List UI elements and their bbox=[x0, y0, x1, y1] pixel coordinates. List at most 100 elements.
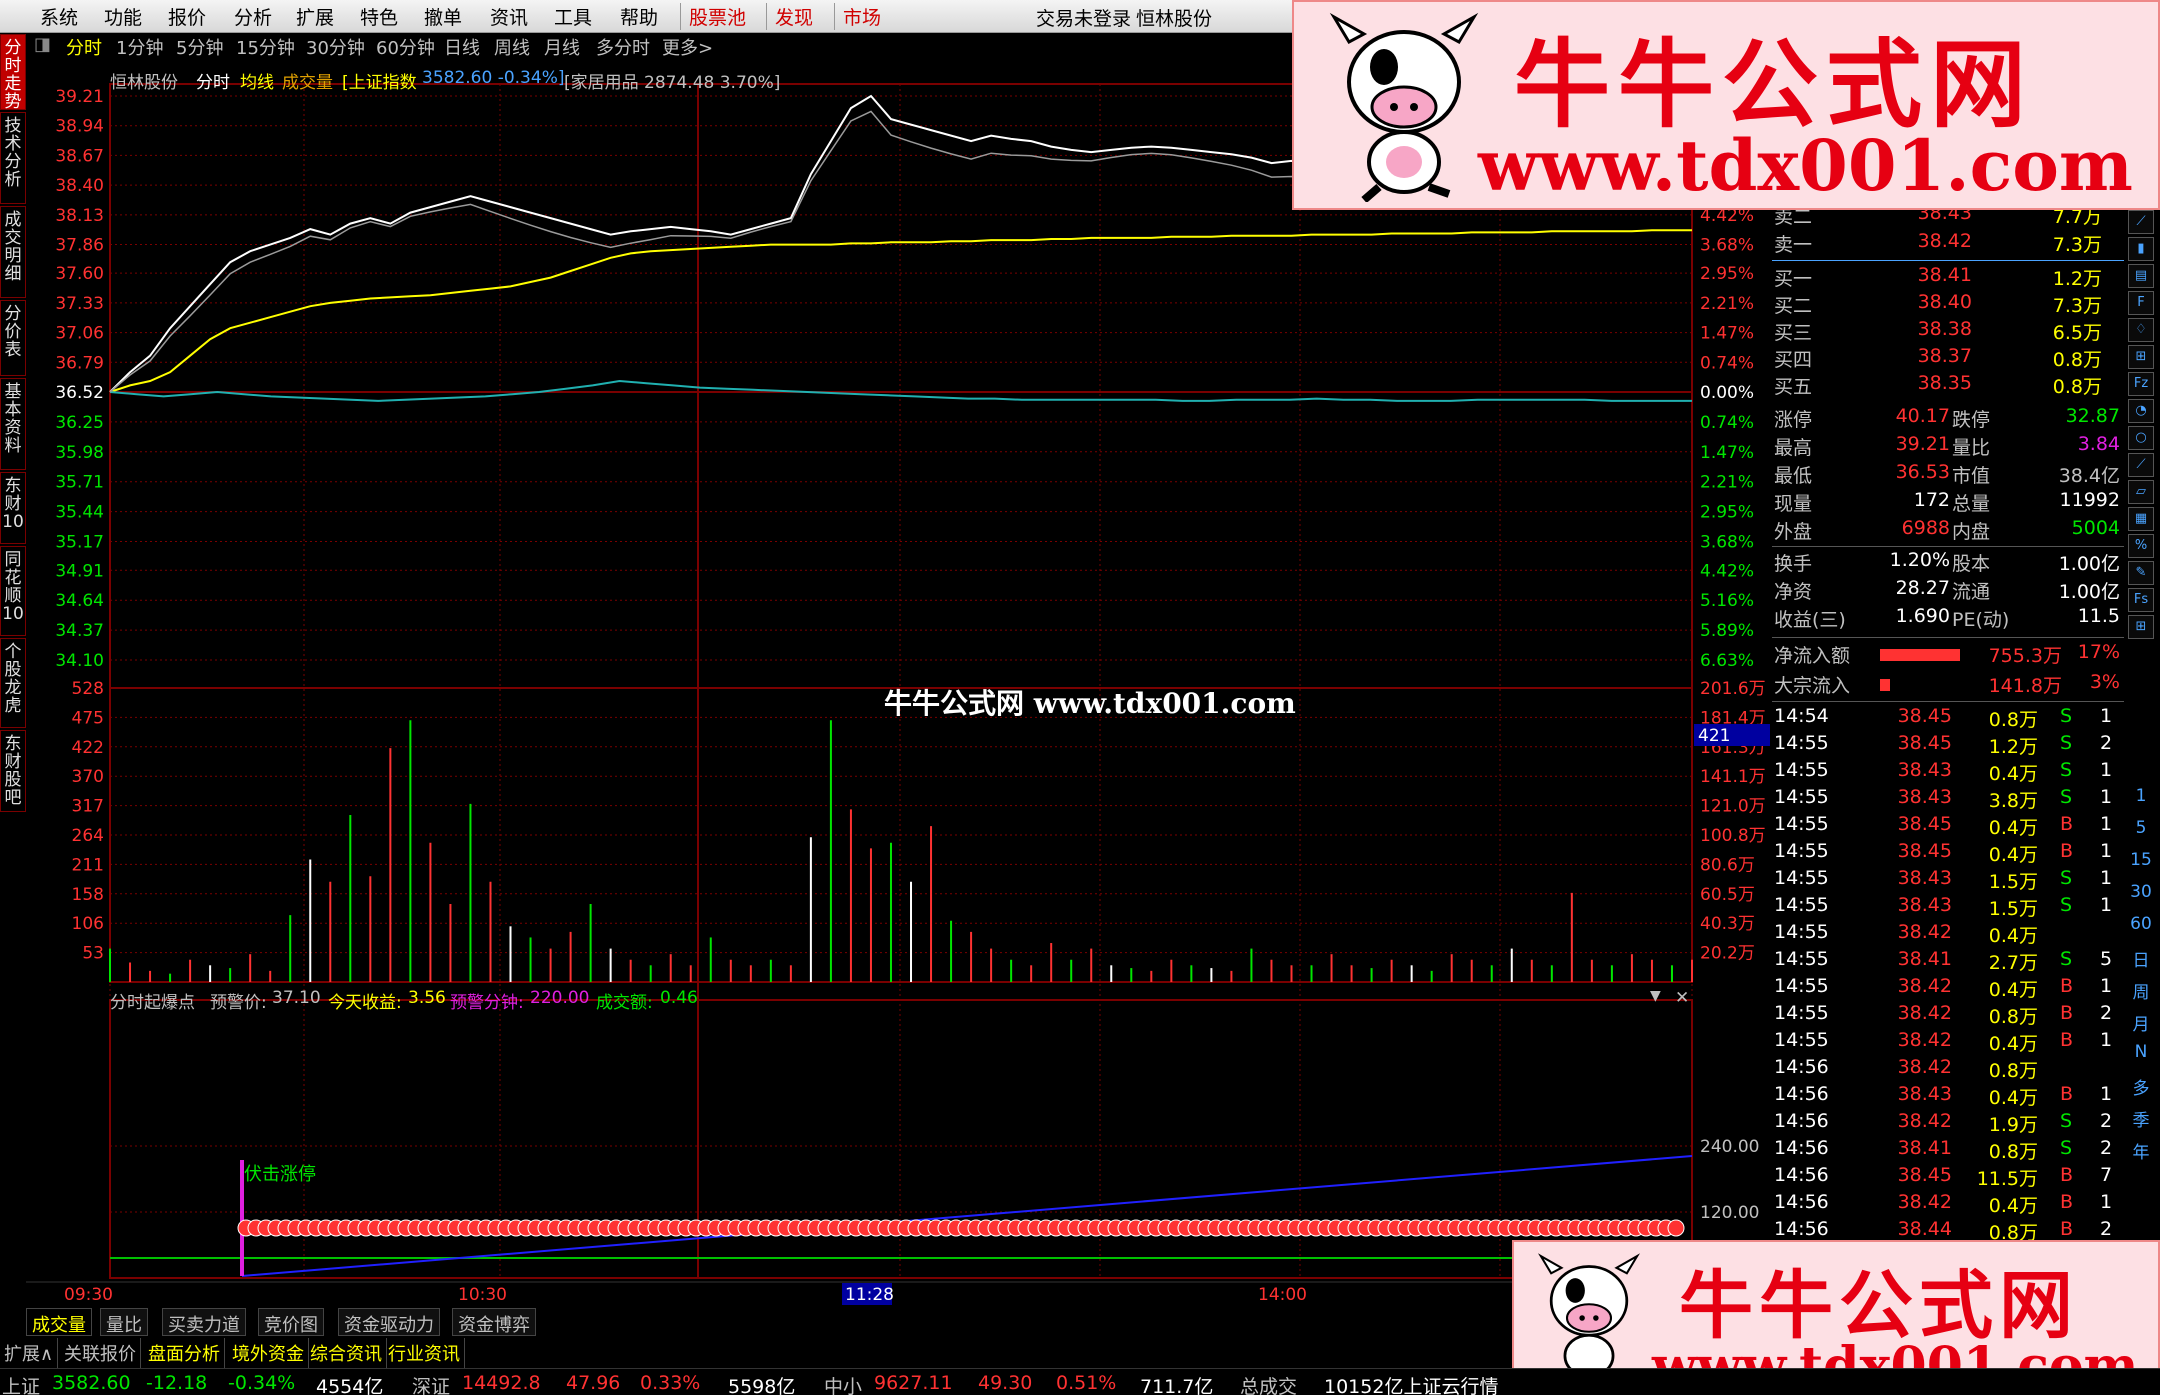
period-shortcut[interactable]: 日 bbox=[2128, 946, 2154, 971]
price-tick-label: 36.52 bbox=[55, 383, 104, 403]
sz-value: 14492.8 bbox=[462, 1372, 541, 1394]
indicator-tab[interactable]: 竞价图 bbox=[258, 1308, 324, 1336]
toolbar-icon[interactable]: ◔ bbox=[2128, 399, 2154, 423]
tick-time: 14:56 bbox=[1774, 1110, 1829, 1132]
stat-label: 流通 bbox=[1952, 581, 1991, 603]
stat-value: 11992 bbox=[2059, 489, 2120, 511]
tick-volume: 0.4万 bbox=[1988, 763, 2038, 785]
period-shortcut[interactable]: 周 bbox=[2128, 978, 2154, 1003]
period-shortcut[interactable]: 季 bbox=[2128, 1106, 2154, 1131]
volume-tick-label: 317 bbox=[72, 797, 104, 817]
tick-price: 38.41 bbox=[1897, 948, 1952, 970]
tick-volume: 0.4万 bbox=[1988, 844, 2038, 866]
price-tick-label: 36.79 bbox=[55, 353, 104, 373]
bottom-tab[interactable]: 扩展∧ bbox=[0, 1338, 59, 1368]
toolbar-icon[interactable]: % bbox=[2128, 534, 2154, 558]
period-shortcut[interactable]: 年 bbox=[2128, 1138, 2154, 1163]
book-divider bbox=[1772, 260, 2124, 261]
tick-price: 38.43 bbox=[1897, 894, 1952, 916]
tick-time: 14:56 bbox=[1774, 1164, 1829, 1186]
period-shortcut[interactable]: 30 bbox=[2128, 882, 2154, 902]
vol-label: 成交量 bbox=[282, 73, 333, 93]
toolbar-icon[interactable]: ▤ bbox=[2128, 264, 2154, 288]
price-tick-label: 39.21 bbox=[55, 87, 104, 107]
indicator-tab[interactable]: 资金驱动力 bbox=[338, 1308, 440, 1336]
stat-label: 市值 bbox=[1952, 465, 1991, 487]
indicator-tab[interactable]: 资金博弈 bbox=[452, 1308, 536, 1336]
indicator-tab[interactable]: 量比 bbox=[100, 1308, 148, 1336]
price-tick-label: 36.25 bbox=[55, 413, 104, 433]
tick-price: 38.42 bbox=[1897, 1002, 1952, 1024]
tick-price: 38.43 bbox=[1897, 1083, 1952, 1105]
stat-label: 股本 bbox=[1952, 553, 1991, 575]
tick-volume: 11.5万 bbox=[1976, 1168, 2038, 1190]
index-label: [上证指数 bbox=[342, 73, 417, 93]
period-shortcut[interactable]: N bbox=[2128, 1042, 2154, 1062]
close-icon[interactable]: ✕ bbox=[1675, 988, 1689, 1008]
price-tick-label: 37.33 bbox=[55, 294, 104, 314]
tick-volume: 1.5万 bbox=[1988, 871, 2038, 893]
period-shortcut[interactable]: 15 bbox=[2128, 850, 2154, 870]
toolbar-icon[interactable]: Fz bbox=[2128, 372, 2154, 396]
toolbar-icon[interactable]: ⟋ bbox=[2128, 210, 2154, 234]
tick-count: 2 bbox=[2100, 1110, 2113, 1132]
bottom-tab[interactable]: 盘面分析 bbox=[144, 1338, 225, 1368]
volume-tick-label: 370 bbox=[72, 767, 104, 787]
tick-volume: 0.4万 bbox=[1988, 1195, 2038, 1217]
collapse-icon[interactable]: ▼ bbox=[1650, 988, 1661, 1004]
period-shortcut[interactable]: 60 bbox=[2128, 914, 2154, 934]
bottom-tab[interactable]: 关联报价 bbox=[60, 1338, 141, 1368]
toolbar-icon[interactable]: ✎ bbox=[2128, 561, 2154, 585]
price-tick-label: 38.94 bbox=[55, 117, 104, 137]
indicator-tab[interactable]: 买卖力道 bbox=[162, 1308, 246, 1336]
price-tick-label: 35.17 bbox=[55, 533, 104, 553]
volume-tick-label: 422 bbox=[72, 738, 104, 758]
zx-pct: 0.51% bbox=[1056, 1372, 1117, 1394]
toolbar-icon[interactable]: ⊞ bbox=[2128, 345, 2154, 369]
stat-label: 跌停 bbox=[1952, 409, 1991, 431]
tick-side: S bbox=[2060, 948, 2073, 970]
tick-count: 2 bbox=[2100, 732, 2113, 754]
indicator-tab[interactable]: 成交量 bbox=[26, 1308, 92, 1336]
toolbar-icon[interactable]: F bbox=[2128, 291, 2154, 315]
stat-value: 5004 bbox=[2071, 517, 2120, 539]
indicator-dot bbox=[1667, 1219, 1685, 1237]
sh-value: 3582.60 bbox=[52, 1372, 131, 1394]
price-tick-label: 37.86 bbox=[55, 236, 104, 256]
main-frame bbox=[109, 83, 1693, 983]
tick-price: 38.43 bbox=[1897, 786, 1952, 808]
stat-label: 外盘 bbox=[1774, 521, 1813, 543]
toolbar-icon[interactable]: ▱ bbox=[2128, 480, 2154, 504]
toolbar-icon[interactable]: ⊞ bbox=[2128, 615, 2154, 639]
toolbar-icon[interactable]: ▦ bbox=[2128, 507, 2154, 531]
bottom-tab[interactable]: 行业资讯 bbox=[384, 1338, 465, 1368]
tick-volume: 0.8万 bbox=[1988, 1006, 2038, 1028]
tick-time: 14:55 bbox=[1774, 975, 1829, 997]
tick-count: 2 bbox=[2100, 1218, 2113, 1240]
stat-label: 换手 bbox=[1774, 553, 1813, 575]
flow-divider bbox=[1772, 637, 2124, 638]
total-value: 10152亿上证云行情 bbox=[1324, 1376, 1499, 1395]
toolbar-icon[interactable]: ○ bbox=[2128, 426, 2154, 450]
period-shortcut[interactable]: 多 bbox=[2128, 1074, 2154, 1099]
sz-change: 47.96 bbox=[566, 1372, 621, 1394]
period-shortcut[interactable]: 月 bbox=[2128, 1010, 2154, 1035]
toolbar-icon[interactable]: Fs bbox=[2128, 588, 2154, 612]
toolbar-icon[interactable]: ♢ bbox=[2128, 318, 2154, 342]
stat-label: 涨停 bbox=[1774, 409, 1813, 431]
period-shortcut[interactable]: 5 bbox=[2128, 818, 2154, 838]
toolbar-icon[interactable]: ⟋ bbox=[2128, 453, 2154, 477]
bottom-tab[interactable]: 综合资讯 bbox=[306, 1338, 387, 1368]
stat-label: 最高 bbox=[1774, 437, 1813, 459]
sh-change: -12.18 bbox=[146, 1372, 208, 1394]
price-tick-label: 35.44 bbox=[55, 503, 104, 523]
sz-pct: 0.33% bbox=[640, 1372, 701, 1394]
stat-label: 内盘 bbox=[1952, 521, 1991, 543]
tick-volume: 1.2万 bbox=[1988, 736, 2038, 758]
bottom-tab[interactable]: 境外资金 bbox=[228, 1338, 309, 1368]
watermark-top: 牛牛公式网 www.tdx001.com bbox=[1292, 0, 2160, 210]
period-shortcut[interactable]: 1 bbox=[2128, 786, 2154, 806]
tick-time: 14:56 bbox=[1774, 1191, 1829, 1213]
tick-side: B bbox=[2060, 1164, 2074, 1186]
toolbar-icon[interactable]: ▮ bbox=[2128, 237, 2154, 261]
